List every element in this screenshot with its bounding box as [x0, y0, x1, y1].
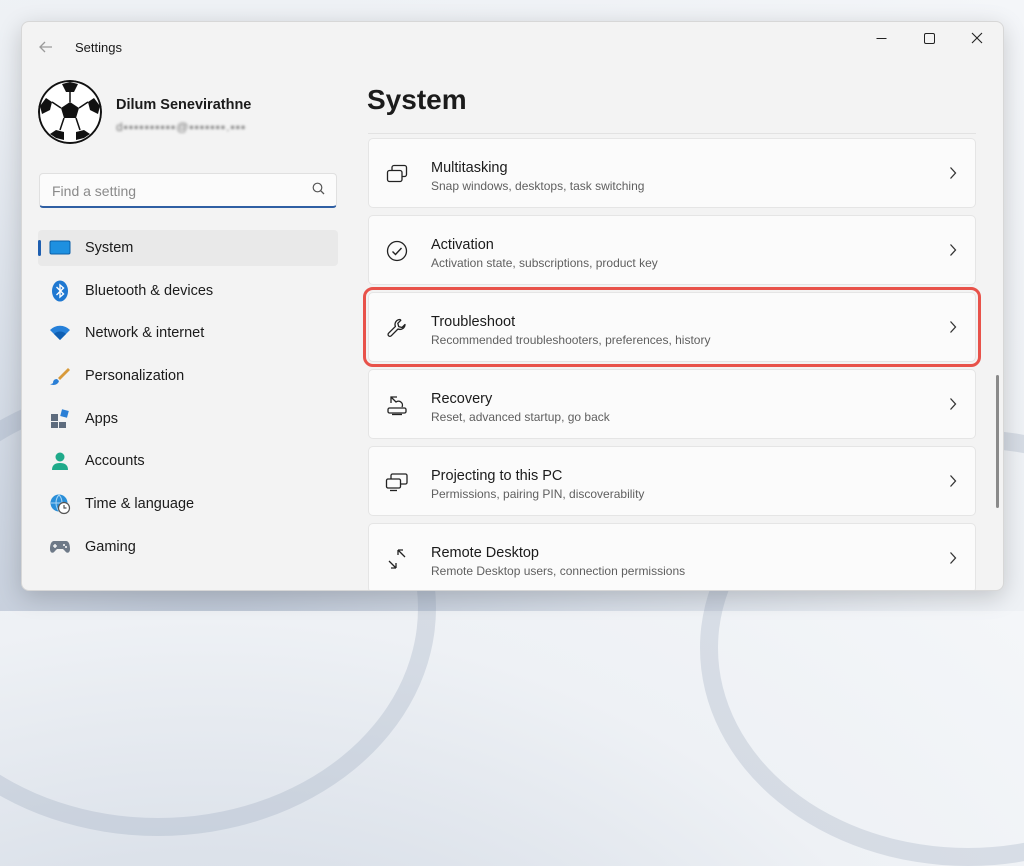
sidebar-item-label: Gaming: [85, 538, 136, 555]
avatar[interactable]: [38, 80, 102, 144]
card-title: Activation: [431, 237, 494, 253]
projecting-icon: [385, 470, 409, 494]
user-name: Dilum Senevirathne: [116, 97, 252, 113]
minimize-icon: [876, 37, 886, 39]
setting-card-troubleshoot[interactable]: Troubleshoot Recommended troubleshooters…: [363, 287, 981, 367]
activation-check-icon: [385, 239, 409, 263]
monitor-icon: [49, 238, 71, 258]
settings-window: Settings Dilum Senevirathne d▪▪▪▪▪▪▪▪▪▪@…: [21, 21, 1004, 591]
sidebar-item-system[interactable]: System: [38, 230, 338, 266]
search-icon: [312, 182, 325, 195]
scrollbar-thumb[interactable]: [996, 375, 999, 508]
card-title: Recovery: [431, 391, 493, 407]
sidebar-item-gaming[interactable]: Gaming: [38, 529, 338, 565]
bluetooth-icon: [49, 280, 71, 302]
gamepad-icon: [49, 537, 71, 557]
back-button[interactable]: [34, 36, 58, 58]
recovery-icon: [385, 393, 409, 417]
card-description: Activation state, subscriptions, product…: [431, 256, 658, 270]
chevron-right-icon: [950, 398, 957, 410]
app-title: Settings: [75, 40, 122, 55]
search-box[interactable]: [39, 173, 337, 208]
globe-clock-icon: [49, 494, 71, 515]
multitasking-icon: [385, 162, 409, 186]
divider: [368, 133, 976, 134]
user-profile: Dilum Senevirathne d▪▪▪▪▪▪▪▪▪▪@▪▪▪▪▪▪▪.▪…: [38, 80, 358, 150]
sidebar-item-label: Apps: [85, 410, 119, 427]
chevron-right-icon: [950, 244, 957, 256]
wifi-icon: [49, 323, 71, 343]
sidebar-item-label: Time & language: [85, 496, 195, 513]
card-title: Troubleshoot: [431, 314, 516, 330]
setting-card-activation[interactable]: Activation Activation state, subscriptio…: [368, 215, 976, 285]
user-email: d▪▪▪▪▪▪▪▪▪▪@▪▪▪▪▪▪▪.▪▪▪: [116, 120, 247, 134]
person-icon: [49, 451, 71, 471]
sidebar-item-label: System: [85, 240, 134, 256]
chevron-right-icon: [950, 552, 957, 564]
sidebar-item-label: Accounts: [85, 453, 145, 470]
close-button[interactable]: [953, 22, 1001, 54]
card-description: Snap windows, desktops, task switching: [431, 179, 645, 193]
sidebar-item-accounts[interactable]: Accounts: [38, 443, 338, 479]
sidebar-item-time-language[interactable]: Time & language: [38, 486, 338, 522]
sidebar-nav: System Bluetooth & devices Network & int…: [38, 230, 338, 572]
maximize-icon: [923, 32, 935, 44]
close-icon: [971, 32, 983, 44]
card-description: Recommended troubleshooters, preferences…: [431, 333, 711, 347]
minimize-button[interactable]: [857, 22, 905, 54]
soccer-ball-icon: [38, 80, 102, 144]
setting-card-remote-desktop[interactable]: Remote Desktop Remote Desktop users, con…: [368, 523, 976, 590]
search-input[interactable]: [50, 174, 304, 207]
card-title: Multitasking: [431, 160, 508, 176]
chevron-right-icon: [950, 321, 957, 333]
sidebar-item-bluetooth[interactable]: Bluetooth & devices: [38, 273, 338, 309]
title-bar: Settings: [22, 22, 1003, 70]
setting-card-recovery[interactable]: Recovery Reset, advanced startup, go bac…: [368, 369, 976, 439]
remote-desktop-icon: [385, 547, 409, 571]
maximize-button[interactable]: [905, 22, 953, 54]
card-title: Projecting to this PC: [431, 468, 563, 484]
sidebar-item-label: Network & internet: [85, 325, 205, 342]
chevron-right-icon: [950, 475, 957, 487]
sidebar-item-network[interactable]: Network & internet: [38, 315, 338, 351]
card-description: Reset, advanced startup, go back: [431, 410, 610, 424]
sidebar-item-personalization[interactable]: Personalization: [38, 358, 338, 394]
brush-icon: [49, 366, 71, 386]
wrench-icon: [385, 316, 409, 340]
apps-icon: [49, 408, 71, 429]
sidebar-item-label: Personalization: [85, 368, 185, 385]
setting-card-multitasking[interactable]: Multitasking Snap windows, desktops, tas…: [368, 138, 976, 208]
settings-list: Multitasking Snap windows, desktops, tas…: [363, 138, 981, 590]
card-title: Remote Desktop: [431, 545, 539, 561]
page-title: System: [367, 84, 467, 115]
chevron-right-icon: [950, 167, 957, 179]
card-description: Remote Desktop users, connection permiss…: [431, 564, 686, 578]
setting-card-projecting[interactable]: Projecting to this PC Permissions, pairi…: [368, 446, 976, 516]
sidebar-item-label: Bluetooth & devices: [85, 282, 214, 299]
back-arrow-icon: [39, 41, 52, 53]
sidebar-item-apps[interactable]: Apps: [38, 401, 338, 437]
card-description: Permissions, pairing PIN, discoverabilit…: [431, 487, 645, 501]
